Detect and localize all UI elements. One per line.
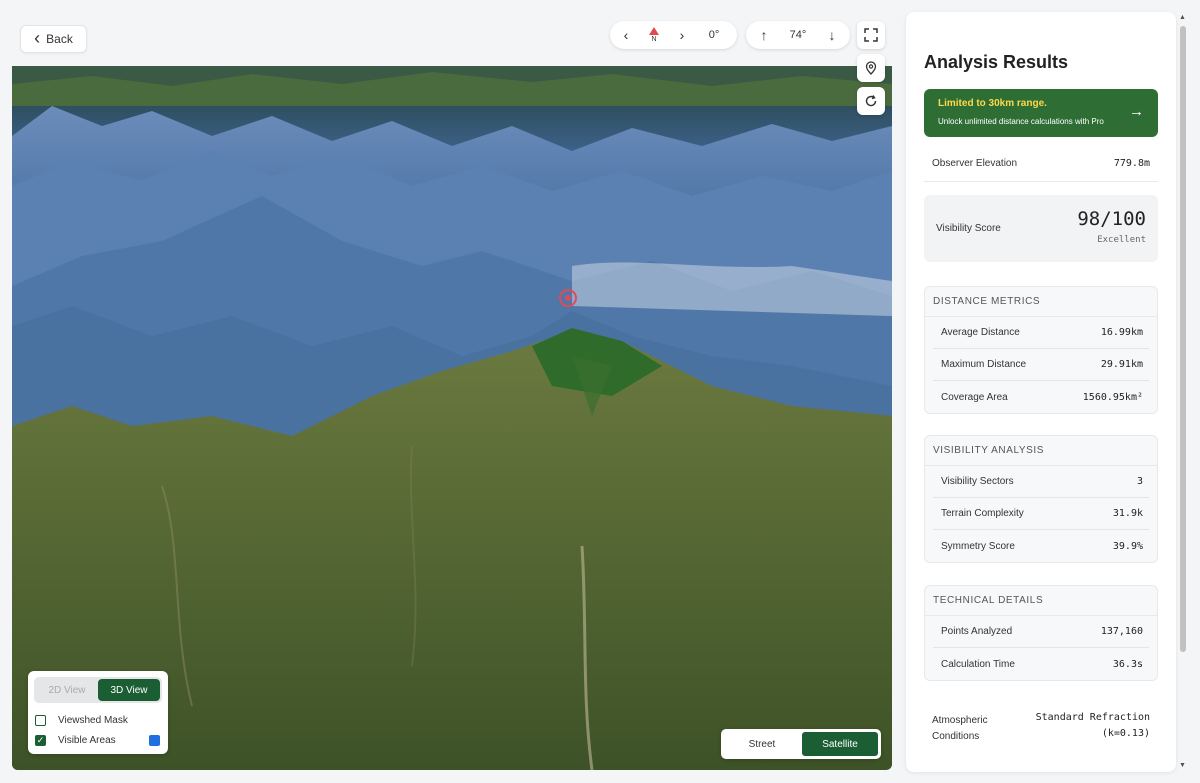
metric-label: Visibility Sectors — [941, 476, 1014, 487]
atmospheric-label-line2: Conditions — [932, 731, 980, 742]
locate-button[interactable] — [857, 54, 885, 82]
heading-value: 0° — [708, 29, 720, 41]
map-3d-viewport[interactable] — [12, 66, 892, 770]
technical-details-card: TECHNICAL DETAILS Points Analyzed 137,16… — [924, 585, 1158, 681]
metric-label: Terrain Complexity — [941, 508, 1024, 519]
metric-row: Terrain Complexity 31.9k — [933, 498, 1149, 530]
tilt-up-button[interactable]: ↑ — [746, 27, 782, 43]
basemap-toggle: Street Satellite — [721, 729, 881, 759]
fullscreen-icon — [864, 28, 878, 42]
metric-row: Symmetry Score 39.9% — [933, 530, 1149, 562]
metric-value: 29.91km — [1100, 359, 1143, 370]
back-label: Back — [46, 32, 73, 46]
metric-value: 31.9k — [1112, 508, 1143, 519]
observer-elevation-value: 779.8m — [1113, 158, 1150, 169]
reset-view-button[interactable] — [857, 87, 885, 115]
tilt-control: ↑ 74° ↓ — [746, 21, 850, 49]
promo-subtitle: Unlock unlimited distance calculations w… — [938, 117, 1104, 126]
metric-row: Maximum Distance 29.91km — [933, 349, 1149, 381]
visibility-score-rating: Excellent — [1097, 235, 1146, 245]
metric-label: Symmetry Score — [941, 540, 1015, 552]
promo-title: Limited to 30km range. — [938, 98, 1047, 109]
tilt-value: 74° — [789, 29, 807, 41]
observer-elevation-row: Observer Elevation 779.8m — [932, 158, 1150, 169]
metric-value: 16.99km — [1100, 327, 1143, 338]
rotate-left-button[interactable]: ‹ — [610, 27, 642, 43]
atmospheric-value-line2: (k=0.13) — [1101, 728, 1150, 739]
layer-viewshed-mask[interactable]: Viewshed Mask — [34, 713, 162, 727]
scrollbar-thumb[interactable] — [1180, 26, 1186, 652]
metric-value: 137,160 — [1100, 626, 1143, 637]
view-2d-button[interactable]: 2D View — [36, 679, 98, 701]
satellite-button[interactable]: Satellite — [802, 732, 878, 756]
section-header: TECHNICAL DETAILS — [925, 586, 1157, 616]
section-header: VISIBILITY ANALYSIS — [925, 436, 1157, 466]
analysis-results-panel: Analysis Results Limited to 30km range. … — [906, 12, 1176, 772]
metric-row: Coverage Area 1560.95km² — [933, 381, 1149, 413]
metric-row: Average Distance 16.99km — [933, 317, 1149, 349]
terrain-render — [12, 66, 892, 770]
metric-row: Points Analyzed 137,160 — [933, 616, 1149, 648]
metric-label: Average Distance — [941, 327, 1020, 338]
visibility-score-value: 98/100 — [1077, 208, 1146, 230]
street-button[interactable]: Street — [724, 732, 800, 756]
pro-upgrade-banner[interactable]: Limited to 30km range. Unlock unlimited … — [924, 89, 1158, 137]
back-button[interactable]: ‹ Back — [20, 25, 87, 53]
checkbox[interactable] — [35, 714, 46, 726]
metric-label: Points Analyzed — [941, 626, 1013, 637]
arrow-right-icon: → — [1129, 103, 1144, 120]
refresh-icon — [865, 95, 877, 107]
metric-value: 3 — [1136, 476, 1143, 487]
view-mode-toggle: 2D View 3D View — [34, 677, 162, 703]
metric-label: Calculation Time — [941, 658, 1015, 670]
rotate-right-button[interactable]: › — [666, 27, 698, 43]
panel-scrollbar[interactable]: ▲ ▼ — [1178, 12, 1188, 772]
checkbox-checked[interactable]: ✓ — [35, 734, 46, 746]
metric-row: Calculation Time 36.3s — [933, 648, 1149, 680]
compass-letter: N — [651, 36, 657, 43]
distance-metrics-card: DISTANCE METRICS Average Distance 16.99k… — [924, 286, 1158, 414]
scroll-down-arrow-icon[interactable]: ▼ — [1179, 762, 1186, 769]
atmospheric-conditions-row: Atmospheric Conditions Standard Refracti… — [932, 710, 1150, 745]
metric-row: Visibility Sectors 3 — [933, 466, 1149, 498]
fullscreen-button[interactable] — [857, 21, 885, 49]
metric-value: 36.3s — [1112, 658, 1143, 670]
atmospheric-label-line1: Atmospheric — [932, 715, 988, 726]
chevron-left-icon: ‹ — [34, 28, 41, 48]
metric-value: 1560.95km² — [1082, 391, 1143, 403]
metric-label: Maximum Distance — [941, 359, 1027, 370]
view-3d-button[interactable]: 3D View — [98, 679, 160, 701]
metric-value: 39.9% — [1112, 540, 1143, 552]
scroll-up-arrow-icon[interactable]: ▲ — [1179, 14, 1186, 21]
visibility-score-label: Visibility Score — [936, 223, 1001, 234]
atmospheric-value-line1: Standard Refraction — [1035, 712, 1150, 723]
map-pin-icon — [865, 61, 877, 75]
layer-label: Visible Areas — [58, 734, 116, 746]
panel-title: Analysis Results — [924, 52, 1069, 72]
heading-control: ‹ N › 0° — [610, 21, 737, 49]
tilt-down-button[interactable]: ↓ — [814, 27, 850, 43]
compass-icon[interactable]: N — [642, 27, 666, 43]
visibility-score-card: Visibility Score 98/100 Excellent — [924, 195, 1158, 262]
view-mode-panel: 2D View 3D View Viewshed Mask ✓ Visible … — [28, 671, 168, 754]
divider — [924, 181, 1158, 182]
layer-label: Viewshed Mask — [58, 714, 128, 726]
color-swatch[interactable] — [149, 734, 160, 746]
observer-elevation-label: Observer Elevation — [932, 158, 1018, 169]
visibility-analysis-card: VISIBILITY ANALYSIS Visibility Sectors 3… — [924, 435, 1158, 563]
layer-visible-areas[interactable]: ✓ Visible Areas — [34, 733, 162, 747]
metric-label: Coverage Area — [941, 391, 1008, 403]
section-header: DISTANCE METRICS — [925, 287, 1157, 317]
